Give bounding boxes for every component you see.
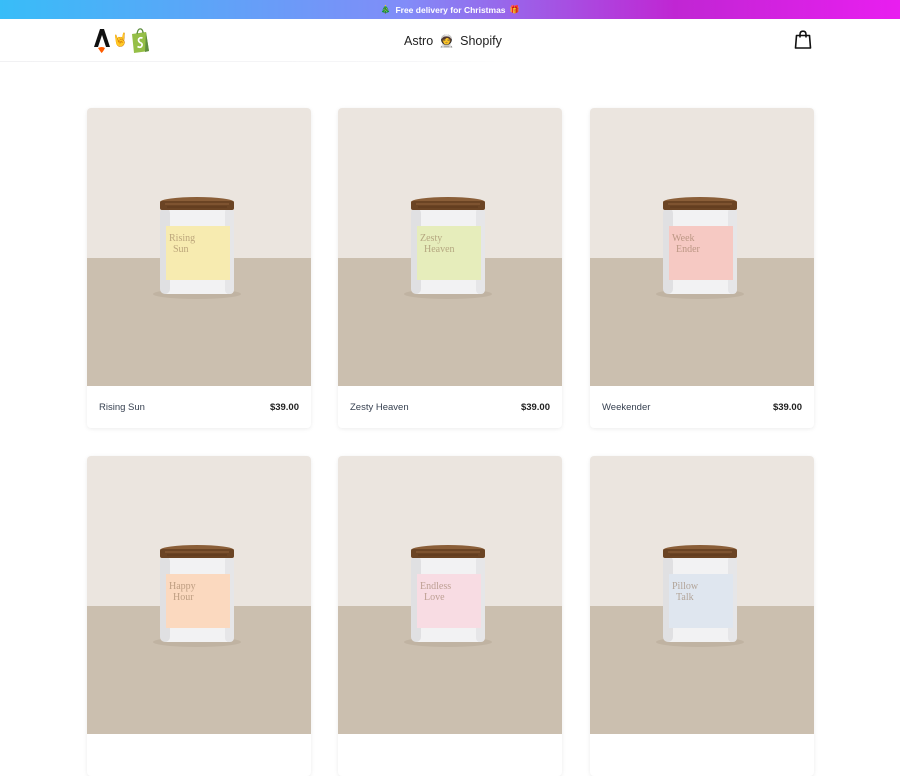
product-image[interactable]: Happy Hour — [87, 456, 311, 734]
logo-link[interactable]: 🤘 — [91, 27, 155, 53]
svg-text:Hour: Hour — [173, 592, 194, 603]
svg-text:Week: Week — [672, 233, 695, 244]
svg-text:Pillow: Pillow — [672, 581, 699, 592]
shopping-bag-icon[interactable] — [794, 30, 812, 49]
product-card[interactable]: Rising Sun Rising Sun $39.00 — [87, 108, 311, 428]
product-info: Weekender $39.00 — [590, 386, 814, 428]
astro-logo-icon — [94, 29, 110, 53]
christmas-tree-icon: 🎄 — [380, 5, 391, 14]
svg-text:Happy: Happy — [169, 581, 196, 592]
product-card[interactable]: Happy Hour — [87, 456, 311, 776]
astronaut-icon: 🧑‍🚀 — [439, 34, 455, 48]
product-image[interactable]: Rising Sun — [87, 108, 311, 386]
product-image[interactable]: Pillow Talk — [590, 456, 814, 734]
product-image[interactable]: Zesty Heaven — [338, 108, 562, 386]
product-price: $39.00 — [520, 401, 550, 413]
svg-text:Sun: Sun — [173, 244, 189, 255]
product-price: $39.00 — [269, 401, 299, 413]
product-name[interactable]: Rising Sun — [99, 402, 145, 413]
svg-text:Endless: Endless — [420, 581, 451, 592]
product-info: Rising Sun $39.00 — [87, 386, 311, 428]
svg-text:Heaven: Heaven — [424, 244, 455, 255]
product-image[interactable]: Week Ender — [590, 108, 814, 386]
promo-banner: 🎄 Free delivery for Christmas 🎁 — [0, 0, 900, 19]
product-image[interactable]: Endless Love — [338, 456, 562, 734]
product-name[interactable]: Weekender — [602, 402, 650, 413]
shopify-bag-icon — [132, 28, 150, 53]
gift-icon: 🎁 — [509, 5, 520, 14]
brand-right: Shopify — [460, 34, 502, 48]
brand-title[interactable]: Astro 🧑‍🚀 Shopify — [404, 33, 502, 49]
product-card[interactable]: Week Ender Weekender $39.00 — [590, 108, 814, 428]
product-card[interactable]: Endless Love — [338, 456, 562, 776]
rock-hand-icon: 🤘 — [112, 32, 129, 47]
product-price: $39.00 — [772, 401, 802, 413]
product-name[interactable]: Zesty Heaven — [350, 402, 409, 413]
product-card[interactable]: Pillow Talk — [590, 456, 814, 776]
svg-text:Love: Love — [424, 592, 445, 603]
product-card[interactable]: Zesty Heaven Zesty Heaven $39.00 — [338, 108, 562, 428]
product-info: Zesty Heaven $39.00 — [338, 386, 562, 428]
brand-left: Astro — [404, 34, 434, 48]
svg-text:Ender: Ender — [676, 244, 701, 255]
svg-text:Rising: Rising — [169, 233, 195, 244]
promo-text: Free delivery for Christmas — [395, 4, 506, 15]
header-divider — [0, 61, 512, 62]
svg-text:Talk: Talk — [676, 592, 694, 603]
svg-text:Zesty: Zesty — [420, 233, 442, 244]
